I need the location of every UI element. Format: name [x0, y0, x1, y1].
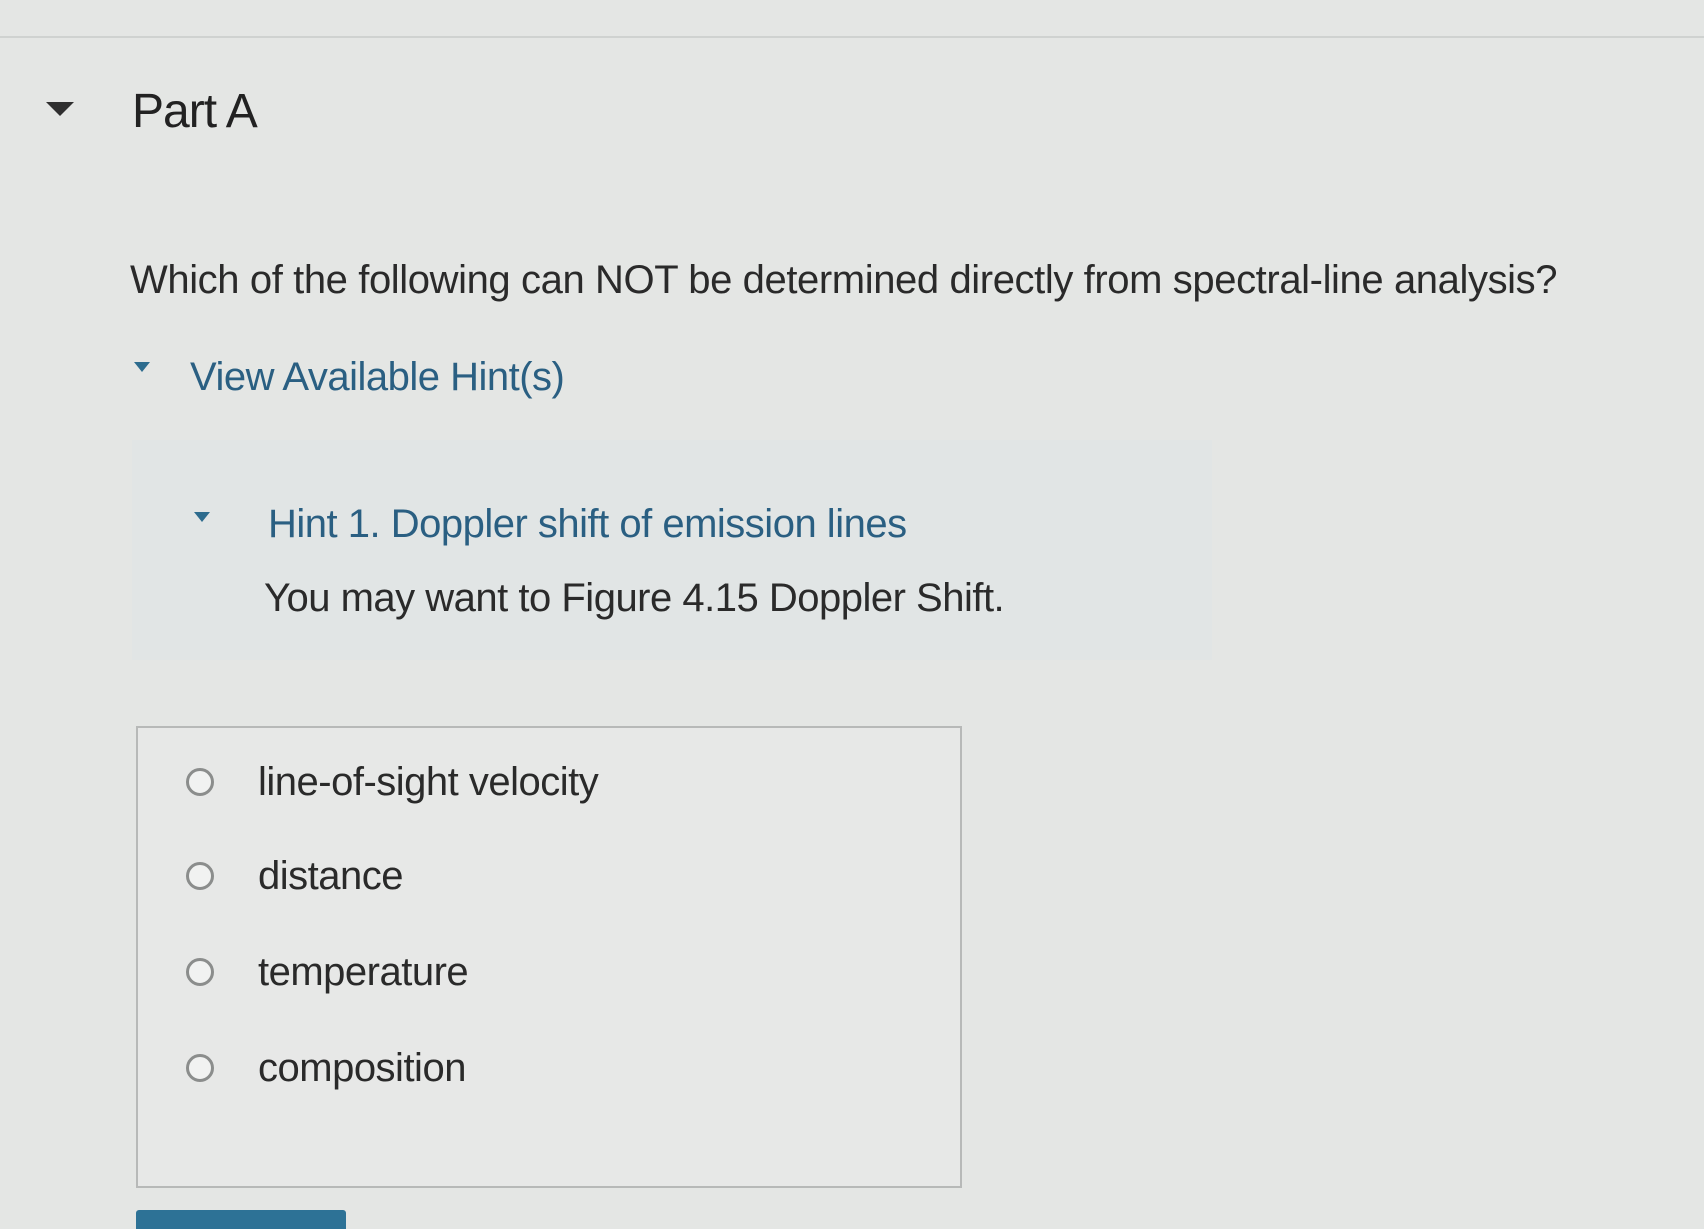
part-title: Part A — [132, 85, 258, 138]
choice-temperature[interactable]: temperature — [186, 950, 886, 1000]
question-text: Which of the following can NOT be determ… — [130, 258, 1558, 302]
choice-distance[interactable]: distance — [186, 854, 886, 904]
collapse-caret-icon[interactable] — [46, 102, 74, 116]
radio-button[interactable] — [186, 862, 214, 890]
submit-button[interactable] — [136, 1210, 346, 1229]
hint-1-body: You may want to Figure 4.15 Doppler Shif… — [264, 576, 1005, 620]
answer-choices: line-of-sight velocity distance temperat… — [136, 726, 962, 1188]
hint-1-title[interactable]: Hint 1. Doppler shift of emission lines — [268, 502, 907, 547]
radio-button[interactable] — [186, 768, 214, 796]
hint-panel: Hint 1. Doppler shift of emission lines … — [132, 440, 1212, 660]
choice-label: line-of-sight velocity — [258, 760, 599, 804]
hints-caret-icon[interactable] — [134, 362, 150, 372]
radio-button[interactable] — [186, 958, 214, 986]
choice-label: temperature — [258, 950, 469, 994]
choice-line-of-sight-velocity[interactable]: line-of-sight velocity — [186, 760, 886, 810]
top-divider — [0, 36, 1704, 38]
choice-label: distance — [258, 854, 403, 898]
choice-composition[interactable]: composition — [186, 1046, 886, 1096]
hint-caret-icon[interactable] — [194, 512, 210, 522]
view-hints-link[interactable]: View Available Hint(s) — [190, 355, 565, 400]
radio-button[interactable] — [186, 1054, 214, 1082]
choice-label: composition — [258, 1046, 466, 1090]
